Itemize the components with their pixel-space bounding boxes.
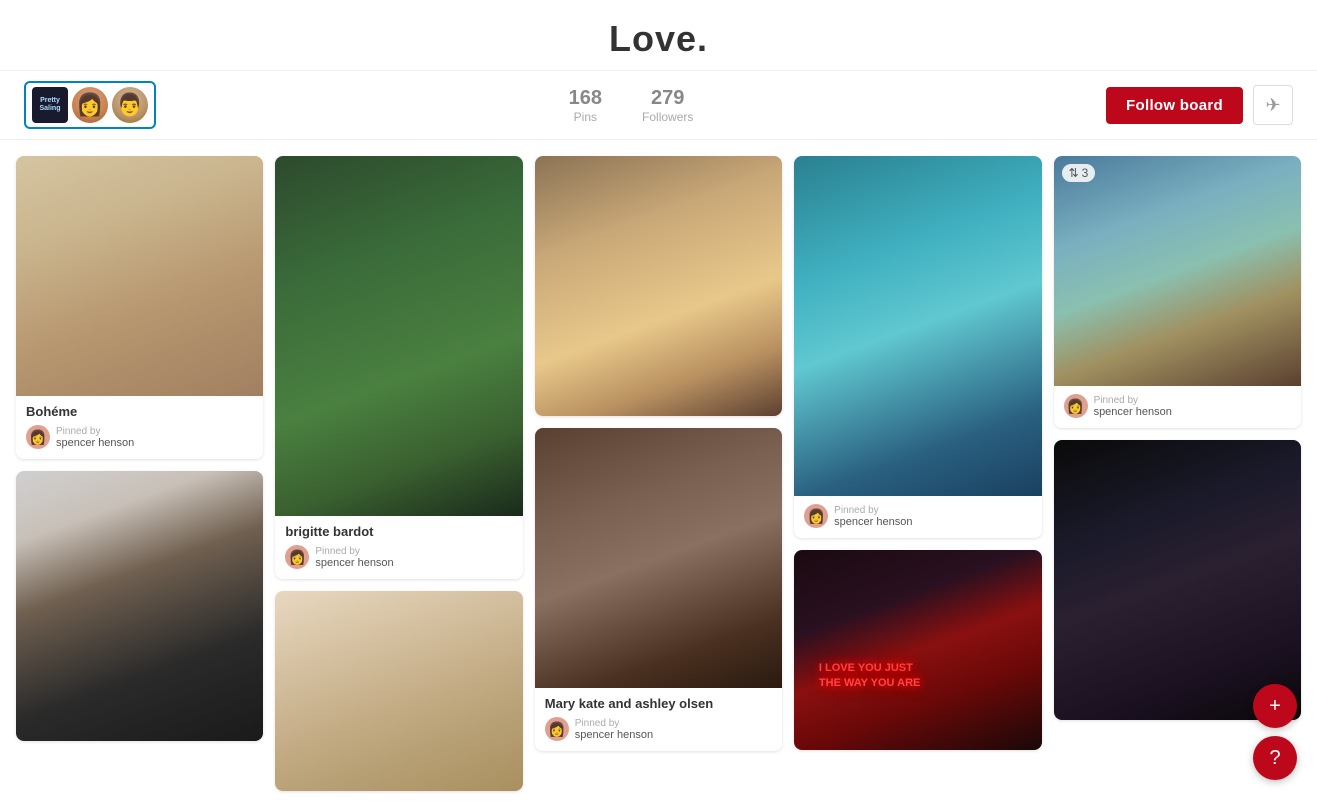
pins-count: 168 <box>569 87 602 110</box>
pin-footer: 👩 Pinned by spencer henson <box>1054 386 1301 428</box>
pin-footer: Mary kate and ashley olsen 👩 Pinned by s… <box>535 688 782 751</box>
pins-stat: 168 Pins <box>569 87 602 124</box>
pinner-info: Pinned by spencer henson <box>834 505 912 528</box>
pinner-info: Pinned by spencer henson <box>315 546 393 569</box>
pin-image <box>275 591 522 791</box>
zoom-button[interactable]: + <box>1253 684 1297 728</box>
pin-card[interactable] <box>275 591 522 791</box>
pinner-name: spencer henson <box>575 729 653 741</box>
pin-card[interactable]: Mary kate and ashley olsen 👩 Pinned by s… <box>535 428 782 751</box>
fab-buttons: + ? <box>1253 684 1297 780</box>
pin-image: I LOVE YOU JUSTTHE WAY YOU ARE <box>794 550 1041 750</box>
repin-number: 3 <box>1082 166 1089 180</box>
board-title: Love. <box>0 18 1317 60</box>
pin-card[interactable]: brigitte bardot 👩 Pinned by spencer hens… <box>275 156 522 579</box>
pin-footer: Bohéme 👩 Pinned by spencer henson <box>16 396 263 459</box>
repin-count: ⇅ 3 <box>1062 164 1096 182</box>
pin-image <box>1054 440 1301 720</box>
followers-count: 279 <box>642 87 693 110</box>
followers-label: Followers <box>642 110 693 124</box>
pinner-name: spencer henson <box>56 437 134 449</box>
followers-stat: 279 Followers <box>642 87 693 124</box>
pin-footer: brigitte bardot 👩 Pinned by spencer hens… <box>275 516 522 579</box>
send-icon: ✈ <box>1265 95 1280 116</box>
pin-image <box>1054 156 1301 386</box>
pin-by: 👩 Pinned by spencer henson <box>1064 394 1291 418</box>
board-avatar-group[interactable]: PrettySaling <box>24 81 156 129</box>
pinned-by-label: Pinned by <box>1094 395 1172 406</box>
pins-label: Pins <box>569 110 602 124</box>
pinned-by-label: Pinned by <box>834 505 912 516</box>
pin-card[interactable]: ⇅ 3 👩 Pinned by spencer henson <box>1054 156 1301 428</box>
stats-bar-right: Follow board ✈ <box>1106 85 1293 125</box>
stats-bar: PrettySaling 168 Pins 279 Followers Foll… <box>0 71 1317 140</box>
pin-footer: 👩 Pinned by spencer henson <box>794 496 1041 538</box>
zoom-icon: + <box>1269 695 1281 718</box>
pinner-name: spencer henson <box>1094 406 1172 418</box>
pin-by: 👩 Pinned by spencer henson <box>26 425 253 449</box>
pin-title: brigitte bardot <box>285 524 512 539</box>
pin-image <box>794 156 1041 496</box>
pin-card[interactable] <box>1054 440 1301 720</box>
pinner-info: Pinned by spencer henson <box>575 718 653 741</box>
stats-center: 168 Pins 279 Followers <box>569 87 694 124</box>
pinned-by-label: Pinned by <box>315 546 393 557</box>
avatar-2 <box>112 87 148 123</box>
help-icon: ? <box>1269 747 1280 770</box>
pin-image <box>535 428 782 688</box>
stats-bar-left: PrettySaling <box>24 81 156 129</box>
pin-title: Mary kate and ashley olsen <box>545 696 772 711</box>
follow-board-button[interactable]: Follow board <box>1106 87 1243 124</box>
pin-image <box>275 156 522 516</box>
pin-title: Bohéme <box>26 404 253 419</box>
pin-image <box>535 156 782 416</box>
pin-card[interactable]: 👩 Pinned by spencer henson <box>794 156 1041 538</box>
pin-card[interactable]: Bohéme 👩 Pinned by spencer henson <box>16 156 263 459</box>
pinner-info: Pinned by spencer henson <box>56 426 134 449</box>
pinner-avatar: 👩 <box>804 504 828 528</box>
board-logo: PrettySaling <box>32 87 68 123</box>
page-header: Love. <box>0 0 1317 71</box>
help-button[interactable]: ? <box>1253 736 1297 780</box>
pin-by: 👩 Pinned by spencer henson <box>804 504 1031 528</box>
avatar-1 <box>72 87 108 123</box>
pinner-name: spencer henson <box>315 557 393 569</box>
pinned-by-label: Pinned by <box>56 426 134 437</box>
pinner-name: spencer henson <box>834 516 912 528</box>
pin-image <box>16 471 263 741</box>
pin-card[interactable]: I LOVE YOU JUSTTHE WAY YOU ARE <box>794 550 1041 750</box>
repin-icon: ⇅ <box>1069 166 1079 180</box>
pin-by: 👩 Pinned by spencer henson <box>545 717 772 741</box>
pinner-avatar: 👩 <box>285 545 309 569</box>
send-button[interactable]: ✈ <box>1253 85 1293 125</box>
pinner-avatar: 👩 <box>545 717 569 741</box>
pin-by: 👩 Pinned by spencer henson <box>285 545 512 569</box>
pin-card[interactable] <box>535 156 782 416</box>
pinned-by-label: Pinned by <box>575 718 653 729</box>
pin-card[interactable] <box>16 471 263 741</box>
pinner-avatar: 👩 <box>1064 394 1088 418</box>
pinner-avatar: 👩 <box>26 425 50 449</box>
pins-grid: Bohéme 👩 Pinned by spencer henson brigit… <box>0 140 1317 807</box>
pinner-info: Pinned by spencer henson <box>1094 395 1172 418</box>
neon-sign-text: I LOVE YOU JUSTTHE WAY YOU ARE <box>819 661 920 690</box>
pin-image <box>16 156 263 396</box>
